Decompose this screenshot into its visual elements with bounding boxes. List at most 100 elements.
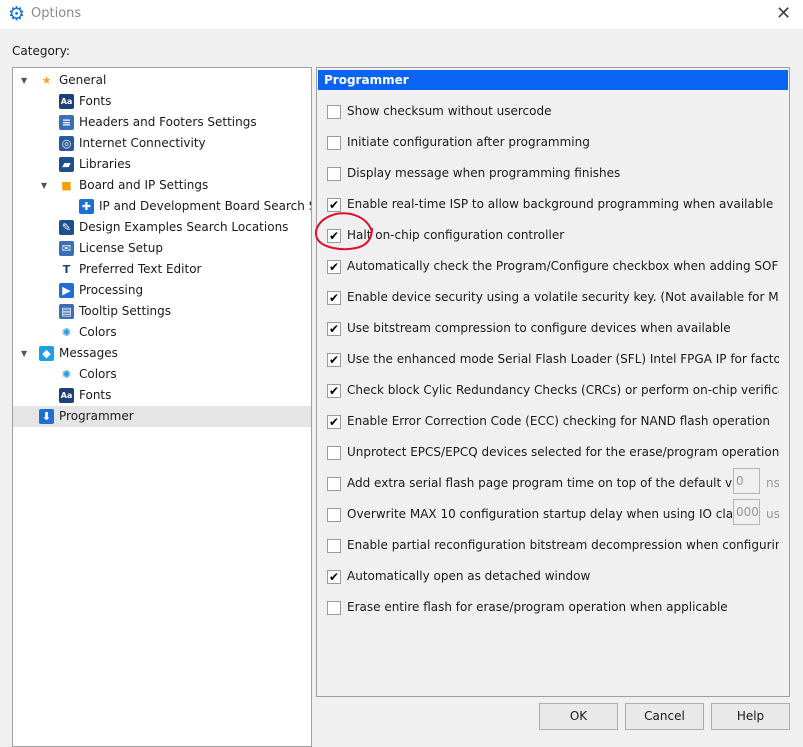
option-row: Display message when programming finishe… bbox=[327, 164, 779, 184]
close-icon[interactable]: ✕ bbox=[776, 3, 791, 24]
tree-item[interactable]: ▤ Tooltip Settings bbox=[13, 301, 311, 322]
font-icon: Aa bbox=[59, 388, 74, 403]
option-label[interactable]: Automatically check the Program/Configur… bbox=[347, 259, 779, 273]
option-label[interactable]: Initiate configuration after programming bbox=[347, 135, 779, 149]
checkbox-checked[interactable]: ✔ bbox=[327, 291, 341, 305]
tree-item[interactable]: ✉ License Setup bbox=[13, 238, 311, 259]
tree-item-label: General bbox=[59, 73, 107, 87]
checkbox-unchecked[interactable] bbox=[327, 539, 341, 553]
checkbox-checked[interactable]: ✔ bbox=[327, 260, 341, 274]
option-label[interactable]: Check block Cylic Redundancy Checks (CRC… bbox=[347, 383, 779, 397]
checkbox-unchecked[interactable] bbox=[327, 105, 341, 119]
option-label[interactable]: Automatically open as detached window bbox=[347, 569, 779, 583]
palette-icon: ✺ bbox=[61, 326, 72, 339]
tree-item[interactable]: ✎ Design Examples Search Locations bbox=[13, 217, 311, 238]
checkbox-unchecked[interactable] bbox=[327, 446, 341, 460]
option-row: ✔ Automatically check the Program/Configu… bbox=[327, 257, 779, 277]
tree-item-label: Colors bbox=[79, 325, 117, 339]
option-label[interactable]: Erase entire flash for erase/program ope… bbox=[347, 600, 779, 614]
tree-item[interactable]: ▼ ◆ Messages bbox=[13, 343, 311, 364]
option-label[interactable]: Overwrite MAX 10 configuration startup d… bbox=[347, 507, 740, 521]
option-label[interactable]: Show checksum without usercode bbox=[347, 104, 779, 118]
tree-item[interactable]: T Preferred Text Editor bbox=[13, 259, 311, 280]
tree-item[interactable]: ▰ Libraries bbox=[13, 154, 311, 175]
tree-item-label: Internet Connectivity bbox=[79, 136, 206, 150]
category-tree[interactable]: ▼ ★ General Aa Fonts ≡ Headers and Footers Set… bbox=[12, 67, 312, 747]
programmer-icon: ⬇ bbox=[39, 409, 54, 424]
ok-button[interactable]: OK bbox=[539, 703, 618, 730]
expand-arrow-icon[interactable]: ▼ bbox=[41, 175, 47, 196]
option-label[interactable]: Enable Error Correction Code (ECC) check… bbox=[347, 414, 779, 428]
font-icon: Aa bbox=[59, 94, 74, 109]
license-icon: ✉ bbox=[59, 241, 74, 256]
option-label[interactable]: Enable real-time ISP to allow background… bbox=[347, 197, 779, 211]
tree-item[interactable]: Aa Fonts bbox=[13, 91, 311, 112]
programmer-panel: Programmer Show checksum without usercod… bbox=[316, 67, 790, 697]
tree-item-label: Tooltip Settings bbox=[79, 304, 171, 318]
option-row: ✔ Enable Error Correction Code (ECC) chec… bbox=[327, 412, 779, 432]
puzzle-icon: ✚ bbox=[79, 199, 94, 214]
tree-item[interactable]: ✺ Colors bbox=[13, 322, 311, 343]
option-label[interactable]: Use the enhanced mode Serial Flash Loade… bbox=[347, 352, 779, 366]
option-label[interactable]: Use bitstream compression to configure d… bbox=[347, 321, 779, 335]
option-label[interactable]: Enable device security using a volatile … bbox=[347, 290, 779, 304]
checkbox-checked[interactable]: ✔ bbox=[327, 229, 341, 243]
category-label: Category: bbox=[12, 44, 70, 58]
tooltip-icon: ▤ bbox=[59, 304, 74, 319]
panel-title: Programmer bbox=[318, 70, 788, 90]
tree-item-label: Fonts bbox=[79, 388, 112, 402]
tree-item-label: Design Examples Search Locations bbox=[79, 220, 289, 234]
option-row: ✔ Use bitstream compression to configure … bbox=[327, 319, 779, 339]
window-title: Options bbox=[31, 6, 82, 21]
option-row: Show checksum without usercode bbox=[327, 102, 779, 122]
checkbox-unchecked[interactable] bbox=[327, 601, 341, 615]
option-row: Initiate configuration after programming bbox=[327, 133, 779, 153]
tree-item[interactable]: ▼ ■ Board and IP Settings bbox=[13, 175, 311, 196]
tree-item-label: Headers and Footers Settings bbox=[79, 115, 257, 129]
option-label[interactable]: Halt on-chip configuration controller bbox=[347, 228, 779, 242]
option-row: ✔ Enable device security using a volatile… bbox=[327, 288, 779, 308]
tree-item[interactable]: ▼ ★ General bbox=[13, 70, 311, 91]
checkbox-unchecked[interactable] bbox=[327, 136, 341, 150]
tree-item[interactable]: Aa Fonts bbox=[13, 385, 311, 406]
tree-item[interactable]: ≡ Headers and Footers Settings bbox=[13, 112, 311, 133]
option-row: Unprotect EPCS/EPCQ devices selected for… bbox=[327, 443, 779, 463]
option-label[interactable]: Enable partial reconfiguration bitstream… bbox=[347, 538, 779, 552]
option-label[interactable]: Unprotect EPCS/EPCQ devices selected for… bbox=[347, 445, 779, 459]
tree-item-label: IP and Development Board Search Settings bbox=[99, 199, 311, 213]
value-input[interactable]: 0000 bbox=[733, 499, 760, 525]
tree-item[interactable]: ✺ Colors bbox=[13, 364, 311, 385]
value-input[interactable]: 0 bbox=[733, 468, 760, 494]
document-icon: ≡ bbox=[59, 115, 74, 130]
tree-item-label: Libraries bbox=[79, 157, 131, 171]
option-row: ✔ Use the enhanced mode Serial Flash Load… bbox=[327, 350, 779, 370]
option-row: Overwrite MAX 10 configuration startup d… bbox=[327, 499, 780, 525]
option-row: ✔ Enable real-time ISP to allow backgroun… bbox=[327, 195, 779, 215]
tree-item[interactable]: ✚ IP and Development Board Search Setting… bbox=[13, 196, 311, 217]
cancel-button[interactable]: Cancel bbox=[625, 703, 704, 730]
option-row: Enable partial reconfiguration bitstream… bbox=[327, 536, 779, 556]
tree-item[interactable]: ⬇ Programmer bbox=[13, 406, 311, 427]
tree-item[interactable]: ▶ Processing bbox=[13, 280, 311, 301]
unit-label: ns bbox=[766, 476, 780, 490]
checkbox-checked[interactable]: ✔ bbox=[327, 384, 341, 398]
checkbox-checked[interactable]: ✔ bbox=[327, 353, 341, 367]
checkbox-checked[interactable]: ✔ bbox=[327, 198, 341, 212]
tree-item-label: Board and IP Settings bbox=[79, 178, 209, 192]
checkbox-unchecked[interactable] bbox=[327, 508, 341, 522]
help-button[interactable]: Help bbox=[711, 703, 790, 730]
checkbox-checked[interactable]: ✔ bbox=[327, 570, 341, 584]
option-row: ✔ Automatically open as detached window bbox=[327, 567, 779, 587]
tree-item-label: Fonts bbox=[79, 94, 112, 108]
checkbox-unchecked[interactable] bbox=[327, 477, 341, 491]
tree-item-label: License Setup bbox=[79, 241, 163, 255]
checkbox-checked[interactable]: ✔ bbox=[327, 322, 341, 336]
checkbox-unchecked[interactable] bbox=[327, 167, 341, 181]
checkbox-checked[interactable]: ✔ bbox=[327, 415, 341, 429]
option-label[interactable]: Add extra serial flash page program time… bbox=[347, 476, 740, 490]
option-label[interactable]: Display message when programming finishe… bbox=[347, 166, 779, 180]
expand-arrow-icon[interactable]: ▼ bbox=[21, 343, 27, 364]
tree-item-label: Colors bbox=[79, 367, 117, 381]
expand-arrow-icon[interactable]: ▼ bbox=[21, 70, 27, 91]
tree-item[interactable]: ◎ Internet Connectivity bbox=[13, 133, 311, 154]
